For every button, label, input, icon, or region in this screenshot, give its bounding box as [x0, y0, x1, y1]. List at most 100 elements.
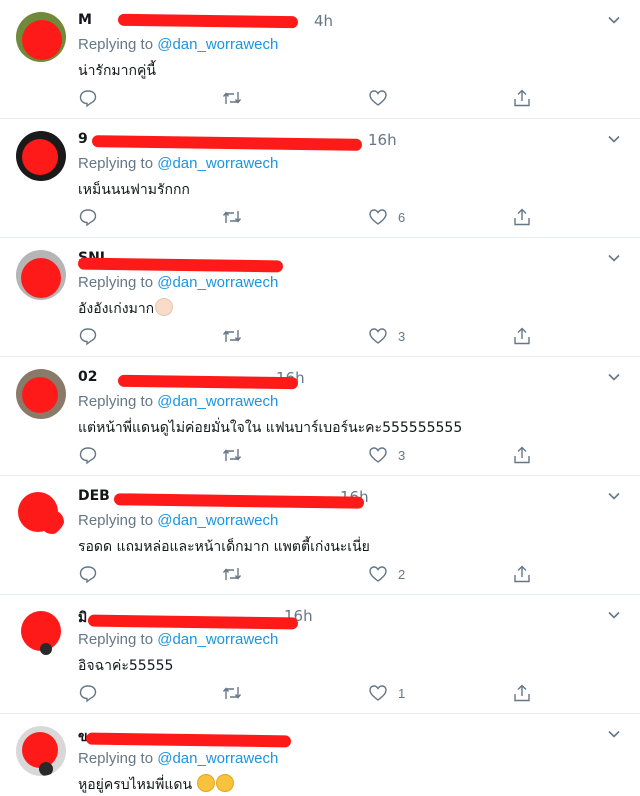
reply-button[interactable] [78, 88, 98, 108]
reply-tweet[interactable]: 9 16h Replying to @dan_worrawech เหม็นนน… [0, 119, 640, 238]
chevron-down-icon[interactable] [606, 250, 622, 266]
reply-tweet[interactable]: 02 16h Replying to @dan_worrawech แต่หน้… [0, 357, 640, 476]
hand-over-mouth-emoji-icon [197, 774, 216, 792]
reply-button[interactable] [78, 445, 98, 465]
reply-icon [78, 88, 98, 108]
replying-to: Replying to @dan_worrawech [78, 36, 278, 53]
reply-button[interactable] [78, 683, 98, 703]
like-count: 3 [398, 328, 406, 344]
author-name[interactable]: มิ [78, 607, 87, 629]
share-button[interactable] [512, 683, 532, 703]
reply-handle-link[interactable]: @dan_worrawech [157, 512, 278, 529]
chevron-down-icon[interactable] [606, 726, 622, 742]
avatar[interactable] [16, 607, 66, 657]
reply-handle-link[interactable]: @dan_worrawech [157, 36, 278, 53]
replying-label: Replying to [78, 393, 154, 410]
avatar[interactable] [16, 369, 66, 419]
tweet-header: 9 16h [78, 129, 408, 151]
tweet-header: M 4h [78, 10, 408, 30]
like-icon [368, 445, 388, 465]
retweet-button[interactable] [221, 88, 243, 108]
replying-to: Replying to @dan_worrawech [78, 393, 278, 410]
retweet-button[interactable] [221, 326, 243, 346]
replying-to: Replying to @dan_worrawech [78, 274, 278, 291]
share-icon [512, 88, 532, 108]
tweet-text: หูอยู่ครบไหมพี่แดน [78, 774, 235, 796]
like-count: 2 [398, 566, 406, 582]
like-button[interactable] [368, 88, 398, 108]
share-button[interactable] [512, 564, 532, 584]
reply-tweet[interactable]: มิ 16h Replying to @dan_worrawech อิจฉาค… [0, 595, 640, 714]
reply-handle-link[interactable]: @dan_worrawech [157, 631, 278, 648]
share-button[interactable] [512, 88, 532, 108]
avatar[interactable] [16, 250, 66, 300]
author-name[interactable]: 9 [78, 131, 88, 147]
avatar[interactable] [16, 12, 66, 62]
author-name[interactable]: 02 [78, 369, 97, 385]
avatar[interactable] [16, 488, 66, 538]
reply-handle-link[interactable]: @dan_worrawech [157, 274, 278, 291]
reply-icon [78, 445, 98, 465]
reply-tweet[interactable]: M 4h Replying to @dan_worrawech น่ารักมา… [0, 0, 640, 119]
like-button[interactable]: 3 [368, 326, 405, 346]
reply-tweet[interactable]: SNI Replying to @dan_worrawech อังอังเก่… [0, 238, 640, 357]
tweet-text: น่ารักมากคู่นี้ [78, 63, 156, 79]
chevron-down-icon[interactable] [606, 369, 622, 385]
timestamp[interactable]: 16h [368, 131, 397, 149]
retweet-icon [221, 88, 243, 108]
replies-feed: M 4h Replying to @dan_worrawech น่ารักมา… [0, 0, 640, 795]
reply-handle-link[interactable]: @dan_worrawech [157, 155, 278, 172]
share-button[interactable] [512, 445, 532, 465]
author-name[interactable]: DEB [78, 488, 110, 504]
tweet-text: อิจฉาค่ะ55555 [78, 658, 174, 674]
share-icon [512, 445, 532, 465]
retweet-icon [221, 326, 243, 346]
reply-button[interactable] [78, 207, 98, 227]
reply-handle-link[interactable]: @dan_worrawech [157, 393, 278, 410]
retweet-button[interactable] [221, 207, 243, 227]
like-button[interactable]: 2 [368, 564, 405, 584]
chevron-down-icon[interactable] [606, 12, 622, 28]
author-name[interactable]: M [78, 12, 92, 28]
tweet-text: อังอังเก่งมาก [78, 298, 174, 320]
replying-to: Replying to @dan_worrawech [78, 750, 278, 767]
retweet-button[interactable] [221, 564, 243, 584]
replying-label: Replying to [78, 155, 154, 172]
reply-handle-link[interactable]: @dan_worrawech [157, 750, 278, 767]
tweet-header: 02 16h [78, 367, 408, 390]
redaction-mark [87, 614, 299, 630]
chevron-down-icon[interactable] [606, 131, 622, 147]
retweet-button[interactable] [221, 445, 243, 465]
share-icon [512, 326, 532, 346]
redaction-mark [77, 257, 284, 273]
reply-button[interactable] [78, 564, 98, 584]
timestamp[interactable]: 4h [314, 12, 333, 30]
like-button[interactable]: 3 [368, 445, 405, 465]
chevron-down-icon[interactable] [606, 488, 622, 504]
like-button[interactable]: 6 [368, 207, 405, 227]
tweet-header: ข [78, 724, 408, 748]
like-count: 3 [398, 447, 406, 463]
replying-label: Replying to [78, 750, 154, 767]
avatar[interactable] [16, 726, 66, 776]
like-icon [368, 88, 388, 108]
like-icon [368, 207, 388, 227]
reply-icon [78, 326, 98, 346]
avatar[interactable] [16, 131, 66, 181]
tweet-header: SNI [77, 248, 408, 273]
replying-to: Replying to @dan_worrawech [78, 512, 278, 529]
share-button[interactable] [512, 326, 532, 346]
reply-button[interactable] [78, 326, 98, 346]
retweet-button[interactable] [221, 683, 243, 703]
chevron-down-icon[interactable] [606, 607, 622, 623]
replying-label: Replying to [78, 631, 154, 648]
tweet-header: DEB 16h [78, 486, 408, 509]
like-button[interactable]: 1 [368, 683, 405, 703]
reply-tweet[interactable]: ข Replying to @dan_worrawech หูอยู่ครบไห… [0, 714, 640, 795]
reply-tweet[interactable]: DEB 16h Replying to @dan_worrawech รอดด … [0, 476, 640, 595]
reply-icon [78, 683, 98, 703]
share-button[interactable] [512, 207, 532, 227]
like-count: 1 [398, 685, 406, 701]
like-icon [368, 564, 388, 584]
share-icon [512, 683, 532, 703]
